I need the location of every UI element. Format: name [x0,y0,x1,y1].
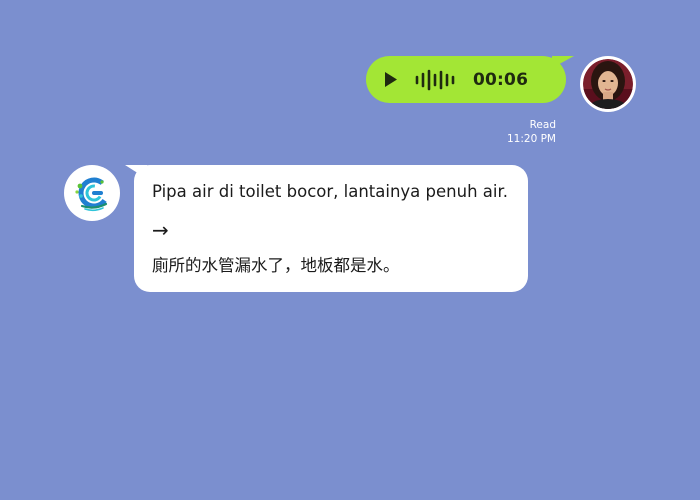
translation-arrow: → [152,218,169,242]
translation-message-bubble[interactable]: Pipa air di toilet bocor, lantainya penu… [134,165,528,292]
voice-message-bubble[interactable]: 00:06 [366,56,566,103]
original-text: Pipa air di toilet bocor, lantainya penu… [152,182,508,201]
translator-bot-logo [75,177,110,212]
voice-duration: 00:06 [473,69,529,90]
waveform-icon [415,69,455,91]
user-avatar[interactable] [580,56,636,112]
read-status: Read [529,119,556,131]
translator-bot-avatar[interactable] [64,165,120,221]
play-icon[interactable] [384,71,398,89]
translated-text: 廁所的水管漏水了，地板都是水。 [152,256,400,275]
message-time: 11:20 PM [507,132,556,145]
message-receipt: Read 11:20 PM [507,119,556,146]
